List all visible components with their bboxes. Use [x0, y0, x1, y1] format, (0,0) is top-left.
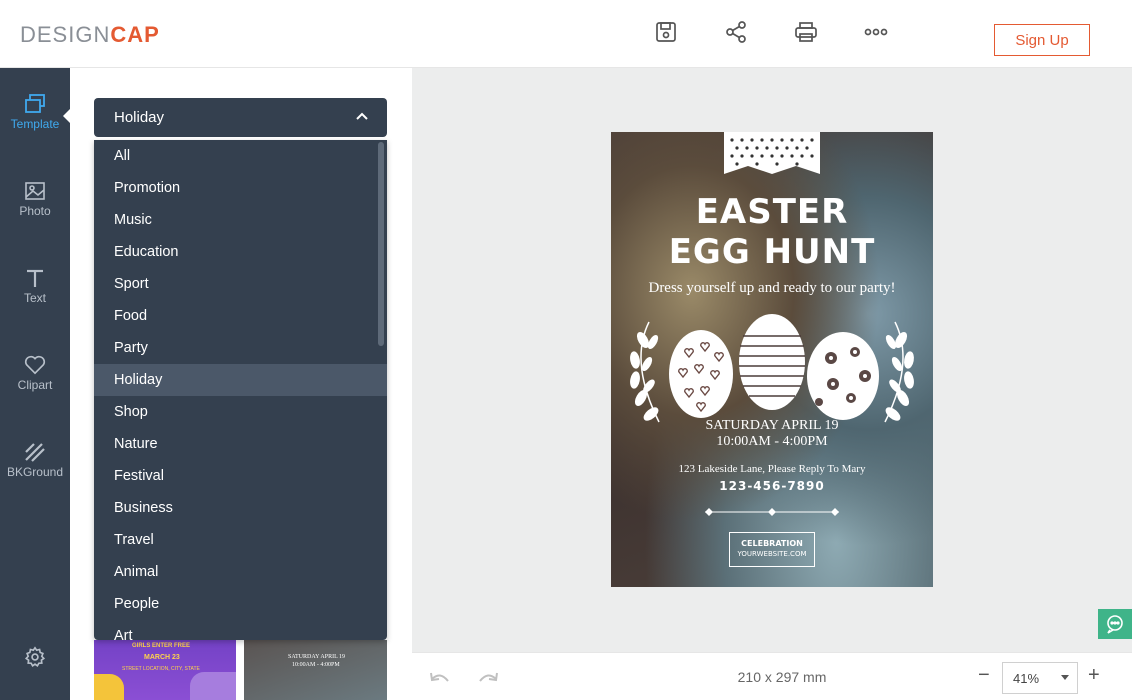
category-option-shop[interactable]: Shop [94, 396, 387, 428]
save-button[interactable] [652, 18, 680, 46]
nav-clipart[interactable]: Clipart [0, 343, 70, 403]
poster-title-line2: EGG HUNT [668, 232, 876, 272]
poster-title-line1: EASTER [695, 192, 849, 232]
poster-website-box: CELEBRATION YOURWEBSITE.COM [729, 532, 815, 567]
category-option-food[interactable]: Food [94, 300, 387, 332]
gear-icon [24, 646, 46, 667]
share-icon [726, 21, 746, 43]
category-select[interactable]: Holiday [94, 98, 387, 137]
zoom-out-button[interactable]: − [978, 665, 990, 685]
category-option-party[interactable]: Party [94, 332, 387, 364]
bottom-bar: 210 x 297 mm − 41% + [412, 652, 1132, 700]
background-icon [25, 442, 45, 462]
share-button[interactable] [722, 18, 750, 46]
logo-text-design: DESIGN [20, 22, 111, 47]
template-thumbnail[interactable]: SATURDAY APRIL 19 10:00AM - 4:00PM [244, 640, 387, 700]
nav-photo-label: Photo [19, 203, 51, 218]
thumbnail-text: STREET LOCATION, CITY, STATE [122, 666, 200, 672]
divider-ornament [705, 508, 839, 516]
logo-text-cap: CAP [110, 22, 160, 47]
caret-down-icon [1061, 675, 1069, 680]
photo-icon [25, 181, 45, 200]
nav-photo[interactable]: Photo [0, 169, 70, 229]
poster-address: 123 Lakeside Lane, Please Reply To Mary [678, 463, 866, 475]
design-canvas: EASTER EGG HUNT Dress yourself up and re… [412, 68, 1132, 652]
zoom-in-button[interactable]: + [1088, 665, 1100, 685]
top-bar: DESIGNCAP Sign Up [0, 0, 1132, 68]
category-option-promotion[interactable]: Promotion [94, 172, 387, 204]
poster-box-line2: YOURWEBSITE.COM [737, 550, 807, 558]
category-option-people[interactable]: People [94, 588, 387, 620]
poster-time: 10:00AM - 4:00PM [716, 434, 828, 449]
undo-button[interactable] [428, 669, 452, 692]
poster-box-line1: CELEBRATION [741, 539, 803, 548]
category-option-travel[interactable]: Travel [94, 524, 387, 556]
settings-button[interactable] [24, 646, 46, 673]
save-icon [656, 22, 676, 42]
nav-template-label: Template [10, 116, 60, 131]
poster-phone: 123-456-7890 [719, 479, 825, 493]
banner-decoration [724, 132, 820, 174]
nav-text[interactable]: Text [0, 256, 70, 316]
category-option-business[interactable]: Business [94, 492, 387, 524]
category-option-art[interactable]: Art [94, 620, 387, 640]
more-button[interactable] [862, 18, 890, 46]
nav-background[interactable]: BKGround [0, 430, 70, 490]
more-icon [864, 28, 888, 36]
category-option-all[interactable]: All [94, 140, 387, 172]
category-option-music[interactable]: Music [94, 204, 387, 236]
category-option-animal[interactable]: Animal [94, 556, 387, 588]
zoom-value: 41% [1013, 670, 1040, 686]
template-panel: Holiday GIRLS ENTER FREE MARCH 23 STREET… [70, 68, 412, 700]
thumbnail-text: MARCH 23 [144, 654, 180, 661]
category-option-education[interactable]: Education [94, 236, 387, 268]
heart-icon [24, 355, 46, 374]
thumbnail-shape [94, 674, 124, 700]
chat-button[interactable] [1098, 609, 1132, 639]
side-navigation: Template Photo Text Clipart BKGround [0, 68, 71, 700]
page-size-label: 210 x 297 mm [737, 669, 827, 685]
dropdown-scrollbar[interactable] [378, 142, 384, 346]
print-button[interactable] [792, 18, 820, 46]
redo-button[interactable] [476, 669, 500, 692]
logo[interactable]: DESIGNCAP [20, 22, 160, 48]
eggs-illustration [630, 314, 914, 423]
print-icon [795, 22, 817, 42]
template-icon [25, 93, 45, 113]
text-icon [27, 269, 43, 287]
chat-icon [1107, 615, 1123, 634]
category-option-nature[interactable]: Nature [94, 428, 387, 460]
redo-icon [479, 672, 498, 682]
template-thumbnail[interactable]: GIRLS ENTER FREE MARCH 23 STREET LOCATIO… [94, 640, 236, 700]
poster-date: SATURDAY APRIL 19 [705, 418, 839, 433]
category-option-festival[interactable]: Festival [94, 460, 387, 492]
nav-clipart-label: Clipart [17, 377, 53, 392]
sign-up-button[interactable]: Sign Up [994, 24, 1090, 56]
undo-icon [430, 672, 449, 682]
category-option-sport[interactable]: Sport [94, 268, 387, 300]
zoom-select[interactable]: 41% [1002, 662, 1078, 694]
thumbnail-text: SATURDAY APRIL 19 [288, 654, 346, 660]
nav-background-label: BKGround [6, 464, 64, 479]
nav-template[interactable]: Template [0, 82, 71, 142]
thumbnail-shape [190, 672, 236, 700]
thumbnail-text: 10:00AM - 4:00PM [292, 662, 340, 668]
chevron-up-icon [356, 112, 368, 120]
category-dropdown: All Promotion Music Education Sport Food… [94, 140, 387, 640]
thumbnail-text: GIRLS ENTER FREE [132, 643, 191, 649]
category-select-value: Holiday [114, 109, 165, 126]
poster-subtitle: Dress yourself up and ready to our party… [648, 280, 896, 296]
nav-text-label: Text [23, 290, 46, 305]
category-option-holiday[interactable]: Holiday [94, 364, 387, 396]
poster-design[interactable]: EASTER EGG HUNT Dress yourself up and re… [611, 132, 933, 587]
